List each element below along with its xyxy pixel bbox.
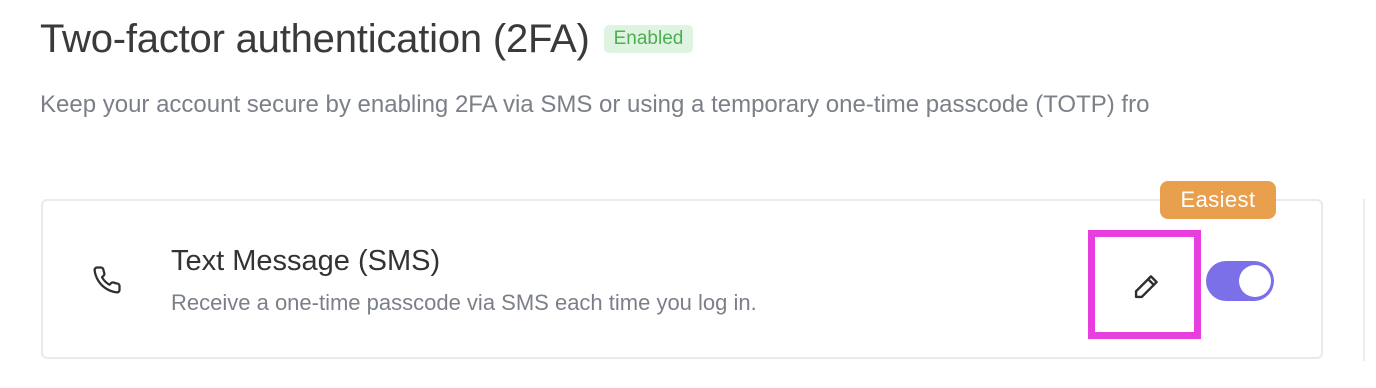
sms-method-title: Text Message (SMS) [171, 245, 441, 277]
sms-toggle[interactable] [1206, 261, 1274, 301]
two-factor-settings-page: Two-factor authentication (2FA) Enabled … [0, 0, 1376, 388]
sms-method-description: Receive a one-time passcode via SMS each… [171, 290, 757, 315]
status-badge: Enabled [603, 25, 694, 53]
toggle-knob [1239, 265, 1271, 297]
page-subtitle: Keep your account secure by enabling 2FA… [40, 91, 1150, 118]
phone-icon [93, 266, 121, 294]
page-title: Two-factor authentication (2FA) [40, 17, 590, 61]
pencil-icon [1134, 274, 1158, 298]
edit-sms-button[interactable] [1088, 230, 1201, 339]
easiest-badge: Easiest [1160, 181, 1276, 219]
next-card-edge [1363, 199, 1365, 361]
page-header: Two-factor authentication (2FA) Enabled [40, 14, 694, 64]
